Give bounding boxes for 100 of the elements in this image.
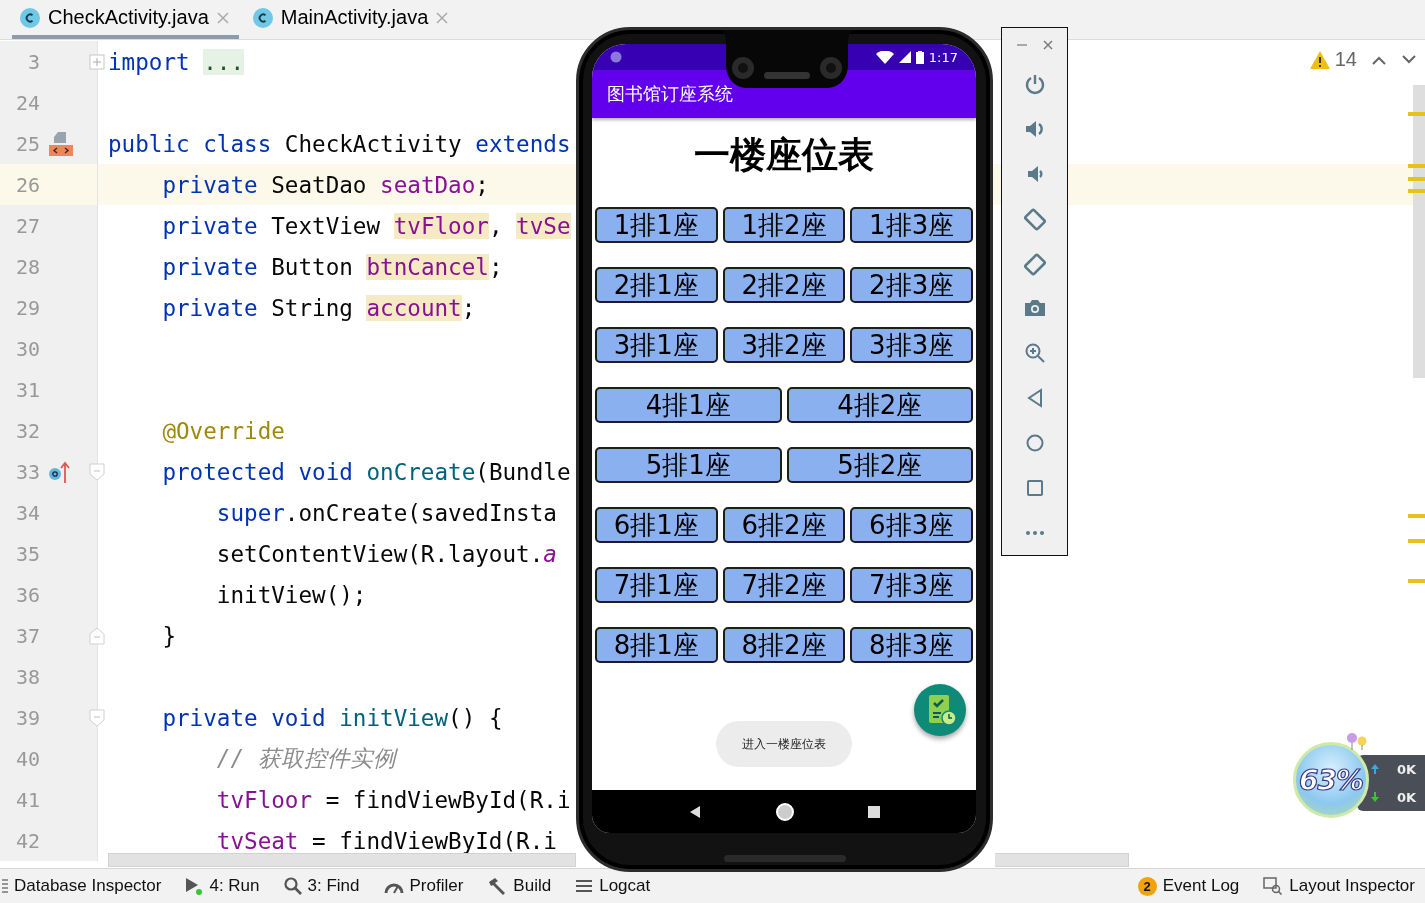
seat-button[interactable]: 1排1座	[595, 207, 718, 243]
seat-button[interactable]: 8排3座	[850, 627, 973, 663]
editor-tab[interactable]: MainActivity.java	[244, 0, 459, 39]
seat-button[interactable]: 1排2座	[722, 207, 846, 243]
seat-button[interactable]: 6排3座	[850, 507, 973, 543]
rotate-left-icon[interactable]	[1022, 206, 1047, 231]
line-number: 35	[14, 541, 40, 566]
tool-window-button[interactable]: Build	[487, 876, 552, 896]
app-title: 图书馆订座系统	[607, 82, 733, 106]
upload-speed: 0K	[1397, 761, 1417, 777]
scrollbar[interactable]	[108, 853, 576, 867]
line-number: 38	[14, 664, 40, 689]
seat-button[interactable]: 7排3座	[850, 567, 973, 603]
seat-button[interactable]: 8排1座	[595, 627, 718, 663]
inspector-icon	[1263, 877, 1284, 895]
tool-window-button[interactable]: 3: Find	[283, 876, 360, 896]
code-line: super.onCreate(savedInsta	[215, 499, 557, 526]
line-number: 24	[14, 90, 40, 115]
line-number: 37	[14, 623, 40, 648]
more-icon[interactable]	[1024, 529, 1045, 536]
tool-window-button[interactable]: 4: Run	[185, 876, 260, 896]
seat-button[interactable]: 5排1座	[595, 447, 782, 483]
seat-button[interactable]: 4排1座	[595, 387, 782, 423]
overview-icon[interactable]	[1025, 478, 1044, 497]
tool-window-button[interactable]: Profiler	[383, 876, 464, 896]
search-icon	[283, 877, 302, 895]
line-number: 42	[14, 828, 40, 853]
seat-button[interactable]: 7排1座	[595, 567, 718, 603]
seat-button[interactable]: 6排2座	[722, 507, 846, 543]
code-line: private TextView tvFloor, tvSe	[161, 212, 571, 239]
tool-window-button[interactable]: Database Inspector	[2, 876, 162, 896]
page-heading: 一楼座位表	[694, 133, 874, 177]
code-line: public class CheckActivity extends	[108, 130, 571, 157]
code-line: protected void onCreate(Bundle	[161, 458, 571, 485]
code-line: setContentView(R.layout.a	[215, 540, 557, 567]
warning-marker[interactable]	[1408, 539, 1425, 543]
line-number: 30	[14, 336, 40, 361]
code-line: private SeatDao seatDao;	[161, 171, 489, 198]
code-line: // 获取控件实例	[215, 744, 396, 773]
line-number: 32	[14, 418, 40, 443]
warning-marker[interactable]	[1408, 579, 1425, 583]
seat-button[interactable]: 7排2座	[722, 567, 846, 603]
override-icon[interactable]	[48, 459, 70, 484]
seat-button[interactable]: 1排3座	[850, 207, 973, 243]
warning-marker[interactable]	[1408, 177, 1425, 181]
code-line: initView();	[215, 581, 367, 608]
line-number: 25	[14, 131, 40, 156]
code-line: }	[161, 622, 176, 649]
class-icon	[252, 7, 273, 28]
warning-marker[interactable]	[1408, 189, 1425, 193]
warning-marker[interactable]	[1408, 112, 1425, 116]
zoom-in-icon[interactable]	[1023, 342, 1046, 365]
chevron-down-icon[interactable]	[1401, 54, 1417, 65]
power-icon[interactable]	[1023, 73, 1046, 96]
code-line: tvFloor = findViewById(R.i	[215, 786, 571, 813]
rotate-right-icon[interactable]	[1022, 251, 1047, 276]
warning-count[interactable]: 14	[1334, 48, 1357, 71]
download-speed: 0K	[1397, 789, 1417, 805]
seat-button[interactable]: 8排2座	[722, 627, 846, 663]
close-icon[interactable]	[436, 11, 449, 24]
chevron-up-icon[interactable]	[1371, 54, 1387, 65]
seat-button[interactable]: 3排3座	[850, 327, 973, 363]
download-arrow-icon	[1371, 792, 1379, 802]
line-number: 28	[14, 254, 40, 279]
seat-button[interactable]: 2排3座	[850, 267, 973, 303]
minimize-icon[interactable]	[1016, 42, 1027, 47]
balloons-drawing	[1345, 732, 1369, 750]
tool-window-button[interactable]: Logcat	[575, 876, 651, 896]
seat-button[interactable]: 2排2座	[722, 267, 846, 303]
line-number: 31	[14, 377, 40, 402]
layout-icon[interactable]	[48, 130, 74, 157]
back-icon[interactable]	[688, 804, 703, 819]
hammer-icon	[487, 877, 508, 895]
seat-button[interactable]: 3排1座	[595, 327, 718, 363]
scrollbar[interactable]	[1413, 85, 1425, 378]
line-number: 29	[14, 295, 40, 320]
fab-button[interactable]	[914, 684, 966, 736]
camera-icon[interactable]	[1023, 298, 1046, 319]
warning-marker[interactable]	[1408, 514, 1425, 518]
code-line: @Override	[161, 417, 285, 444]
warning-icon[interactable]	[1309, 50, 1330, 69]
tool-window-button[interactable]: 2 Event Log	[1137, 876, 1240, 896]
tool-window-button[interactable]: Layout Inspector	[1263, 876, 1415, 896]
upload-arrow-icon	[1371, 764, 1379, 774]
seat-button[interactable]: 5排2座	[786, 447, 973, 483]
line-number: 26	[14, 172, 40, 197]
recents-icon[interactable]	[867, 805, 880, 818]
code-line: import ...	[108, 48, 245, 75]
warning-marker[interactable]	[1408, 164, 1425, 168]
seat-button[interactable]: 3排2座	[722, 327, 846, 363]
seat-button[interactable]: 6排1座	[595, 507, 718, 543]
grip-icon	[2, 878, 8, 894]
seat-button[interactable]: 2排1座	[595, 267, 718, 303]
close-icon[interactable]	[216, 11, 229, 24]
code-line: private void initView() {	[161, 704, 503, 731]
close-icon[interactable]	[1042, 39, 1053, 50]
seat-button[interactable]: 4排2座	[786, 387, 973, 423]
list-icon	[575, 878, 594, 894]
home-icon[interactable]	[775, 801, 795, 822]
notification-badge: 2	[1137, 876, 1157, 896]
